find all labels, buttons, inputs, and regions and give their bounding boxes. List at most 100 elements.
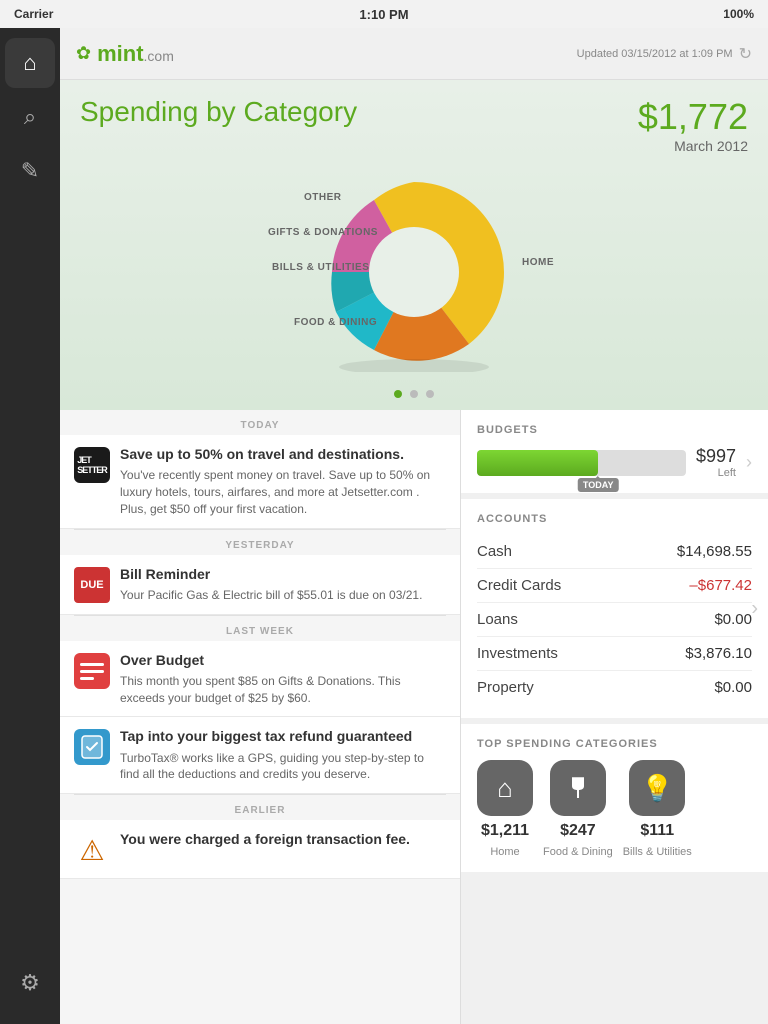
top-spending-section: TOP SPENDING CATEGORIES ⌂ $1,211 Home $2… [461,724,768,872]
account-name-loans: Loans [477,611,518,628]
spending-label-bills: Bills & Utilities [623,846,692,858]
feed-item-budget-desc: This month you spent $85 on Gifts & Dona… [120,673,446,707]
feed-item-budget[interactable]: Over Budget This month you spent $85 on … [60,641,460,718]
chart-title: Spending by Category [80,96,357,128]
mint-wordmark: mint.com [97,41,174,67]
sidebar-item-settings[interactable]: ⚙ [5,958,55,1008]
account-value-loans: $0.00 [714,611,752,628]
bottom-content: TODAY JETSETTER Save up to 50% on travel… [60,410,768,1024]
spending-label-food: Food & Dining [543,846,613,858]
chart-dots [80,390,748,398]
feed-label-yesterday: YESTERDAY [60,530,460,555]
spending-icon-food [550,760,606,816]
accounts-list: Cash $14,698.55 Credit Cards –$677.42 Lo… [477,535,752,704]
budgets-title: BUDGETS [477,424,752,436]
sidebar-item-home[interactable]: ⌂ [5,38,55,88]
account-row-property[interactable]: Property $0.00 [477,671,752,704]
spending-cat-bills[interactable]: 💡 $111 Bills & Utilities [623,760,692,858]
chart-amount-value: $1,772 [638,96,748,138]
chart-amount-date: March 2012 [638,138,748,154]
feed-item-bill-title: Bill Reminder [120,565,446,583]
label-food: FOOD & DINING [294,317,377,328]
account-name-cash: Cash [477,543,512,560]
account-value-investments: $3,876.10 [685,645,752,662]
feed-item-jetsetter-desc: You've recently spent money on travel. S… [120,467,446,517]
feed-item-tax-desc: TurboTax® works like a GPS, guiding you … [120,750,446,784]
account-value-cash: $14,698.55 [677,543,752,560]
refresh-icon[interactable]: ↻ [739,44,752,64]
feed-item-tax-content: Tap into your biggest tax refund guarant… [120,727,446,783]
budget-amount-col: $997 Left [696,446,736,479]
feed-label-earlier: EARLIER [60,795,460,820]
feed-label-today: TODAY [60,410,460,435]
chart-section: Spending by Category $1,772 March 2012 O… [60,80,768,410]
spending-cat-food[interactable]: $247 Food & Dining [543,760,613,858]
feed-item-warning-content: You were charged a foreign transaction f… [120,830,446,868]
right-panel: BUDGETS TODAY $997 Left › [460,410,768,1024]
label-bills: BILLS & UTILITIES [272,262,369,273]
sidebar: ⌂ ⌕ ✎ ⚙ [0,28,60,1024]
account-value-credit: –$677.42 [689,577,752,594]
account-name-investments: Investments [477,645,558,662]
tax-icon [74,729,110,765]
feed-item-bill-desc: Your Pacific Gas & Electric bill of $55.… [120,587,446,604]
feed-label-lastweek: LAST WEEK [60,616,460,641]
account-row-cash[interactable]: Cash $14,698.55 [477,535,752,569]
account-name-property: Property [477,679,534,696]
feed-column: TODAY JETSETTER Save up to 50% on travel… [60,410,460,1024]
account-row-investments[interactable]: Investments $3,876.10 [477,637,752,671]
app-body: ⌂ ⌕ ✎ ⚙ ✿ mint.com Updated 03/15/2012 at… [0,28,768,1024]
spending-icon-bills: 💡 [629,760,685,816]
donut-chart: OTHER GIFTS & DONATIONS BILLS & UTILITIE… [264,172,564,372]
feed-item-bill[interactable]: DUE Bill Reminder Your Pacific Gas & Ele… [60,555,460,615]
sidebar-item-search[interactable]: ⌕ [5,92,55,142]
feed-item-tax[interactable]: Tap into your biggest tax refund guarant… [60,717,460,794]
budget-today-marker: TODAY [578,478,619,492]
top-spending-row: ⌂ $1,211 Home $247 Food & Dining [477,760,752,858]
sidebar-item-compose[interactable]: ✎ [5,146,55,196]
feed-item-warning-title: You were charged a foreign transaction f… [120,830,446,848]
accounts-title: ACCOUNTS [477,513,752,525]
feed-item-warning[interactable]: ⚠ You were charged a foreign transaction… [60,820,460,879]
top-spending-title: TOP SPENDING CATEGORIES [477,738,752,750]
budget-chevron-icon[interactable]: › [746,452,752,473]
account-value-property: $0.00 [714,679,752,696]
jetsetter-icon: JETSETTER [74,447,110,483]
feed-item-bill-content: Bill Reminder Your Pacific Gas & Electri… [120,565,446,604]
chart-amount-block: $1,772 March 2012 [638,96,748,154]
search-icon: ⌕ [24,104,36,130]
home-icon: ⌂ [23,50,36,76]
feed-item-jetsetter-content: Save up to 50% on travel and destination… [120,445,446,518]
carrier-label: Carrier [14,7,53,21]
budget-bar-row: TODAY $997 Left › [477,446,752,479]
chart-dot-2[interactable] [410,390,418,398]
chart-dot-1[interactable] [394,390,402,398]
feed-item-jetsetter[interactable]: JETSETTER Save up to 50% on travel and d… [60,435,460,529]
updated-label: Updated 03/15/2012 at 1:09 PM [577,48,733,60]
account-row-loans[interactable]: Loans $0.00 [477,603,752,637]
mint-logo: ✿ mint.com [76,41,174,67]
budget-bar-wrapper: TODAY [477,450,686,476]
accounts-section: ACCOUNTS Cash $14,698.55 Credit Cards –$… [461,499,768,718]
chart-header: Spending by Category $1,772 March 2012 [80,96,748,154]
account-name-credit: Credit Cards [477,577,561,594]
chart-dot-3[interactable] [426,390,434,398]
budget-amount-label: Left [696,467,736,479]
spending-amount-food: $247 [560,822,596,840]
compose-icon: ✎ [21,158,39,184]
feed-item-jetsetter-title: Save up to 50% on travel and destination… [120,445,446,463]
budgets-section: BUDGETS TODAY $997 Left › [461,410,768,493]
mint-leaf-icon: ✿ [76,43,91,64]
budget-icon [74,653,110,689]
budget-bar-container [477,450,686,476]
spending-amount-home: $1,211 [481,822,529,840]
label-other: OTHER [304,192,342,203]
feed-item-budget-title: Over Budget [120,651,446,669]
battery-label: 100% [723,7,754,21]
account-row-credit[interactable]: Credit Cards –$677.42 [477,569,752,603]
spending-cat-home[interactable]: ⌂ $1,211 Home [477,760,533,858]
feed-item-tax-title: Tap into your biggest tax refund guarant… [120,727,446,745]
label-home: HOME [522,257,554,268]
bill-icon: DUE [74,567,110,603]
accounts-chevron-icon[interactable]: › [751,597,758,620]
